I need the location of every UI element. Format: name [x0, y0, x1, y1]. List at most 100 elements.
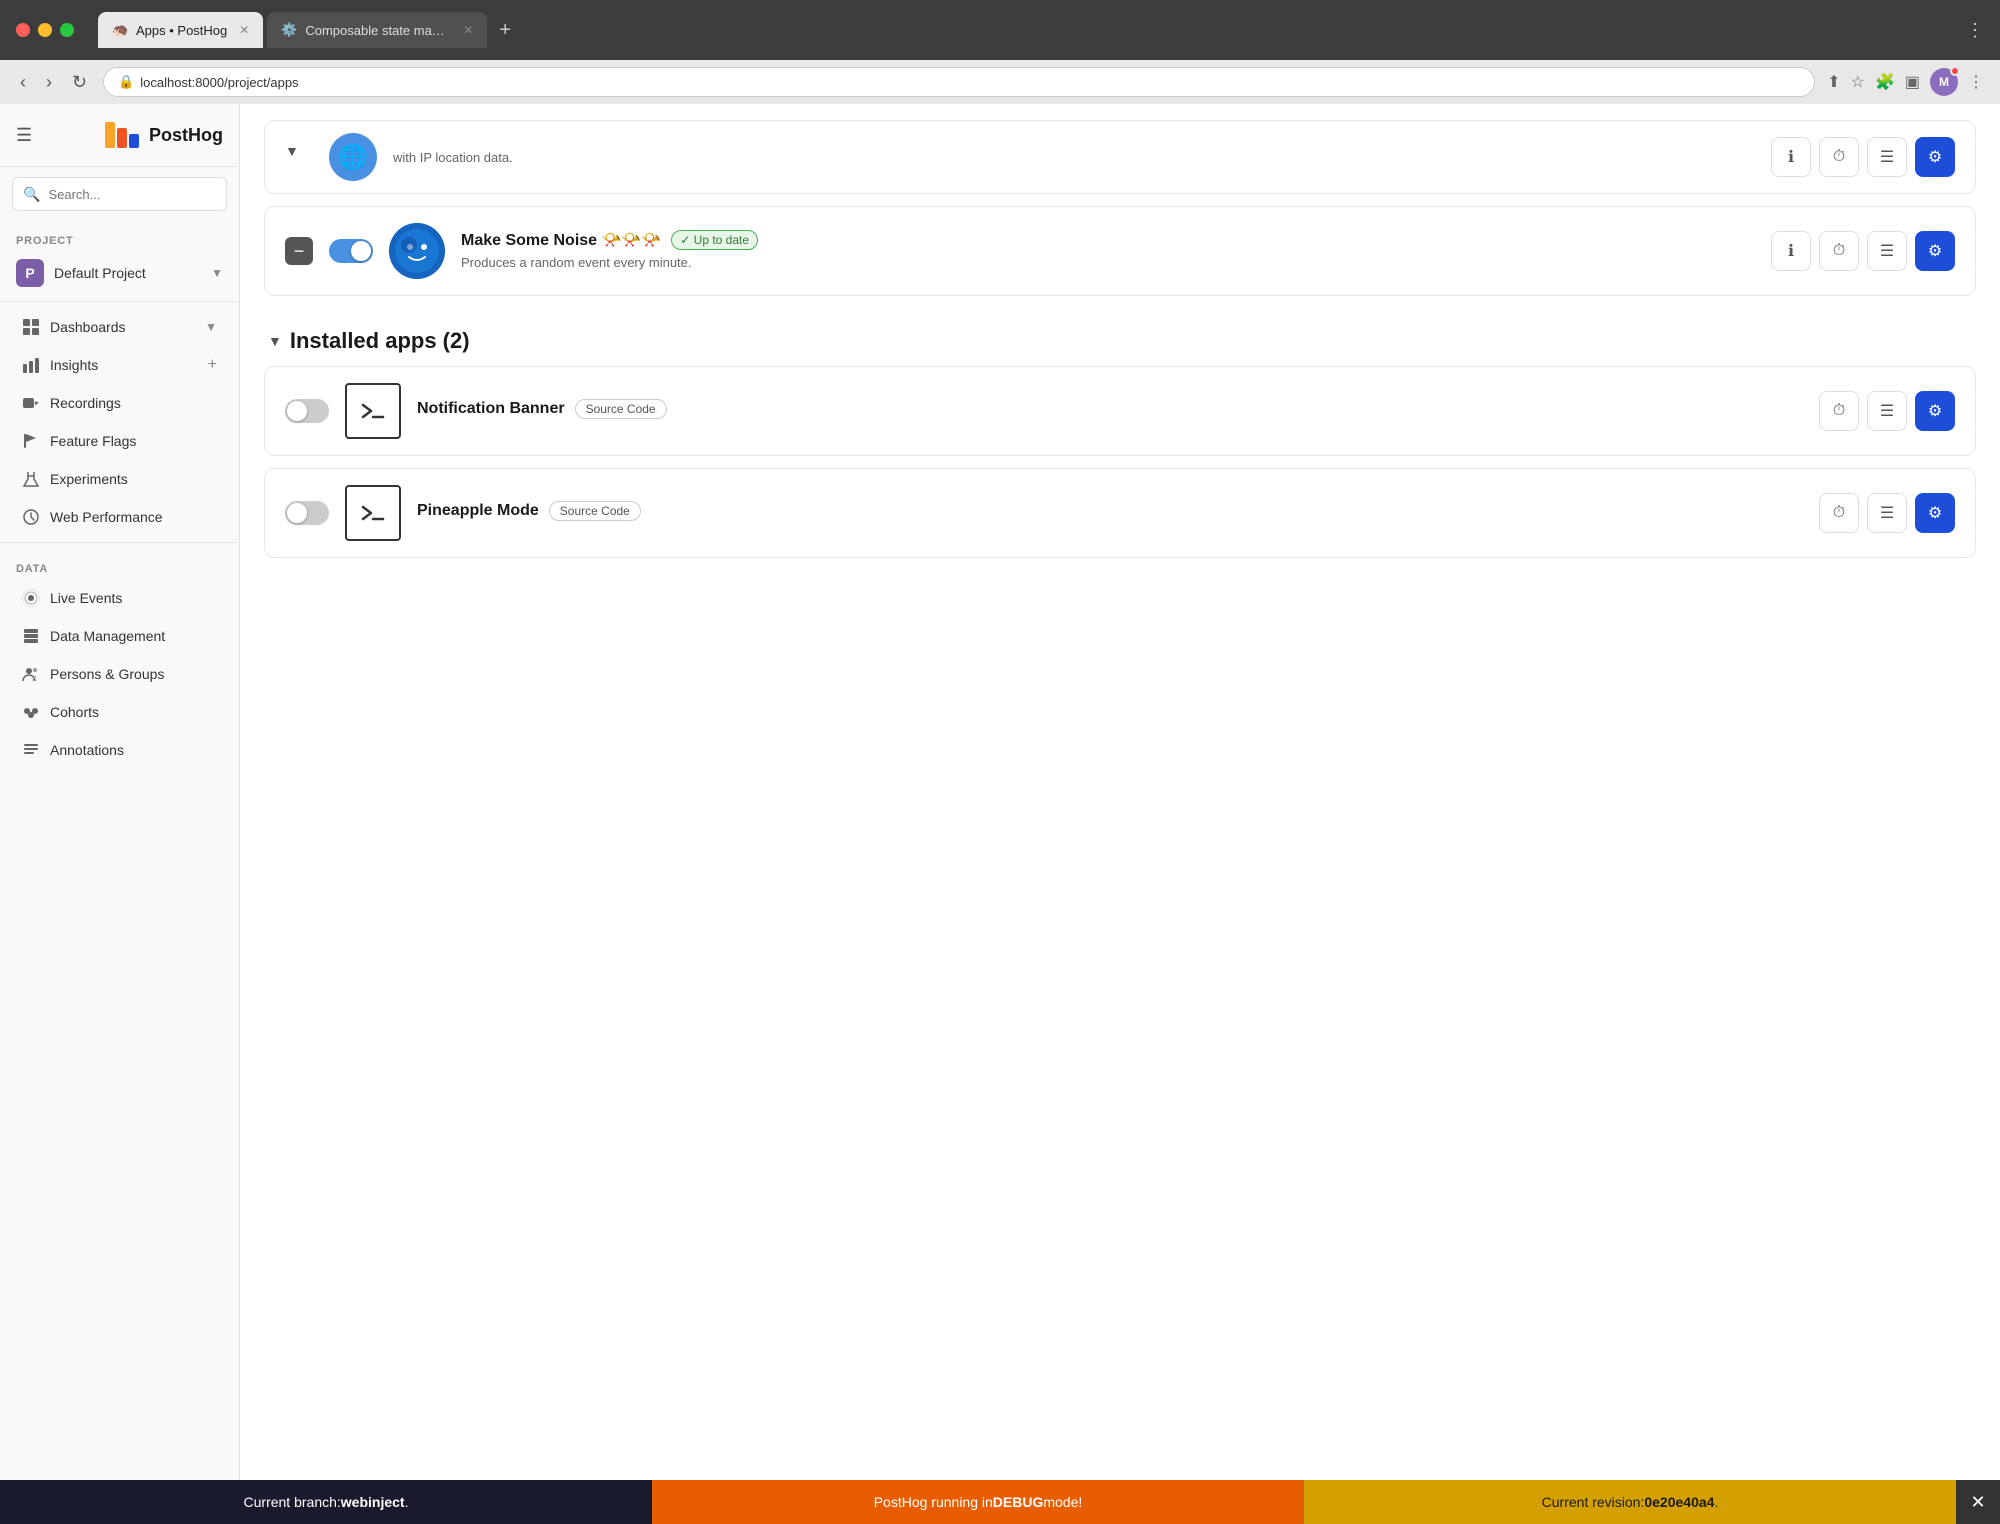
logo-text: PostHog	[149, 125, 223, 146]
sidebar-item-insights[interactable]: Insights +	[6, 347, 233, 383]
notification-banner-title: Notification Banner	[417, 400, 565, 418]
sidebar: ☰ PostHog 🔍 PROJECT P Default Project ▼	[0, 104, 240, 1480]
notification-banner-terminal-icon	[345, 383, 401, 439]
sidebar-item-experiments[interactable]: Experiments	[6, 461, 233, 497]
back-button[interactable]: ‹	[16, 68, 30, 97]
close-traffic-light[interactable]	[16, 23, 30, 37]
notification-banner-history-button[interactable]: ⏱	[1819, 391, 1859, 431]
status-branch-prefix: Current branch:	[244, 1494, 341, 1510]
pineapple-mode-toggle[interactable]	[285, 501, 329, 525]
forward-button[interactable]: ›	[42, 68, 56, 97]
notification-banner-toggle-switch[interactable]	[285, 399, 329, 423]
menu-toggle-button[interactable]: ☰	[16, 125, 32, 146]
pineapple-mode-toggle-switch[interactable]	[285, 501, 329, 525]
status-bar-close-button[interactable]: ✕	[1956, 1480, 2000, 1524]
partial-chevron-icon[interactable]: ▼	[285, 143, 299, 159]
project-selector[interactable]: P Default Project ▼	[0, 251, 239, 295]
address-bar[interactable]: 🔒 localhost:8000/project/apps	[103, 67, 1815, 97]
search-input[interactable]	[48, 187, 224, 202]
main-content-area: ▼ 🌐 with IP location data. ℹ ⏱ ☰ ⚙	[240, 104, 2000, 1480]
recordings-icon	[22, 394, 40, 412]
make-noise-settings-button[interactable]: ⚙	[1915, 231, 1955, 271]
make-noise-toggle-knob	[351, 241, 371, 261]
web-performance-icon	[22, 508, 40, 526]
pineapple-mode-settings-button[interactable]: ⚙	[1915, 493, 1955, 533]
sidebar-item-cohorts[interactable]: Cohorts	[6, 694, 233, 730]
logo-area: PostHog	[103, 116, 223, 154]
search-bar[interactable]: 🔍	[12, 177, 227, 211]
pineapple-mode-title: Pineapple Mode	[417, 502, 539, 520]
notification-banner-toggle[interactable]	[285, 399, 329, 423]
notification-banner-list-button[interactable]: ☰	[1867, 391, 1907, 431]
posthog-logo-icon	[103, 116, 141, 154]
bookmark-icon[interactable]: ☆	[1851, 72, 1865, 92]
partial-card-chevron-area: ▼	[285, 143, 313, 171]
pineapple-mode-list-button[interactable]: ☰	[1867, 493, 1907, 533]
cohorts-label: Cohorts	[50, 704, 217, 720]
partial-action-info[interactable]: ℹ	[1771, 137, 1811, 177]
posthog-tab-close[interactable]: ✕	[239, 23, 249, 37]
annotations-icon	[22, 741, 40, 759]
make-noise-history-button[interactable]: ⏱	[1819, 231, 1859, 271]
pineapple-mode-history-button[interactable]: ⏱	[1819, 493, 1859, 533]
annotations-label: Annotations	[50, 742, 217, 758]
sidebar-item-live-events[interactable]: Live Events	[6, 580, 233, 616]
status-branch-suffix: .	[405, 1494, 409, 1510]
dashboards-icon	[22, 318, 40, 336]
notification-banner-title-row: Notification Banner Source Code	[417, 399, 1803, 419]
partial-action-list[interactable]: ☰	[1867, 137, 1907, 177]
reader-mode-icon[interactable]: ▣	[1905, 72, 1920, 92]
pineapple-mode-actions: ⏱ ☰ ⚙	[1819, 493, 1955, 533]
insights-plus-icon[interactable]: +	[208, 356, 217, 374]
posthog-tab-title: Apps • PostHog	[136, 23, 227, 38]
sidebar-item-feature-flags[interactable]: Feature Flags	[6, 423, 233, 459]
notification-banner-app-info: Notification Banner Source Code	[417, 399, 1803, 423]
make-noise-info-button[interactable]: ℹ	[1771, 231, 1811, 271]
status-branch-segment: Current branch: webinject .	[0, 1480, 652, 1524]
share-icon[interactable]: ⬆	[1827, 72, 1840, 92]
make-noise-list-button[interactable]: ☰	[1867, 231, 1907, 271]
make-noise-toggle-switch[interactable]	[329, 239, 373, 263]
reload-button[interactable]: ↻	[68, 68, 91, 97]
sidebar-item-web-performance[interactable]: Web Performance	[6, 499, 233, 535]
tab-composable[interactable]: ⚙️ Composable state managemen… ✕	[267, 12, 487, 48]
extensions-icon[interactable]: 🧩	[1875, 72, 1895, 92]
experiments-icon	[22, 470, 40, 488]
sidebar-item-data-management[interactable]: Data Management	[6, 618, 233, 654]
installed-section-chevron-icon[interactable]: ▼	[268, 333, 282, 349]
browser-more-icon[interactable]: ⋮	[1968, 72, 1984, 92]
persons-groups-label: Persons & Groups	[50, 666, 217, 682]
sidebar-item-annotations[interactable]: Annotations	[6, 732, 233, 768]
partial-card-icon: 🌐	[329, 133, 377, 181]
status-revision-value: 0e20e40a4	[1644, 1494, 1714, 1510]
partial-action-history[interactable]: ⏱	[1819, 137, 1859, 177]
user-avatar[interactable]: M	[1930, 68, 1958, 96]
apps-area: ▼ 🌐 with IP location data. ℹ ⏱ ☰ ⚙	[240, 104, 2000, 586]
composable-tab-title: Composable state managemen…	[305, 23, 451, 38]
sidebar-item-persons-groups[interactable]: Persons & Groups	[6, 656, 233, 692]
make-noise-app-icon	[389, 223, 445, 279]
make-noise-app-card: −	[264, 206, 1976, 296]
maximize-traffic-light[interactable]	[60, 23, 74, 37]
notification-banner-source-code-badge[interactable]: Source Code	[575, 399, 667, 419]
minimize-traffic-light[interactable]	[38, 23, 52, 37]
notification-banner-settings-button[interactable]: ⚙	[1915, 391, 1955, 431]
pineapple-mode-source-code-badge[interactable]: Source Code	[549, 501, 641, 521]
app-layout: ☰ PostHog 🔍 PROJECT P Default Project ▼	[0, 104, 2000, 1480]
new-tab-button[interactable]: +	[491, 15, 519, 46]
browser-menu-icon[interactable]: ⋮	[1966, 20, 1984, 41]
recordings-label: Recordings	[50, 395, 217, 411]
make-noise-toggle[interactable]	[329, 239, 373, 263]
sidebar-item-dashboards[interactable]: Dashboards ▼	[6, 309, 233, 345]
sidebar-item-recordings[interactable]: Recordings	[6, 385, 233, 421]
browser-chrome: 🦔 Apps • PostHog ✕ ⚙️ Composable state m…	[0, 0, 2000, 60]
partial-action-settings[interactable]: ⚙	[1915, 137, 1955, 177]
make-noise-minus-button[interactable]: −	[285, 237, 313, 265]
project-section-label: PROJECT	[0, 221, 239, 251]
notification-banner-app-card: Notification Banner Source Code ⏱ ☰ ⚙	[264, 366, 1976, 456]
tab-posthog[interactable]: 🦔 Apps • PostHog ✕	[98, 12, 263, 48]
composable-tab-close[interactable]: ✕	[463, 23, 473, 37]
status-debug-segment: PostHog running in DEBUG mode!	[652, 1480, 1304, 1524]
cohorts-icon	[22, 703, 40, 721]
pineapple-mode-toggle-knob	[287, 503, 307, 523]
